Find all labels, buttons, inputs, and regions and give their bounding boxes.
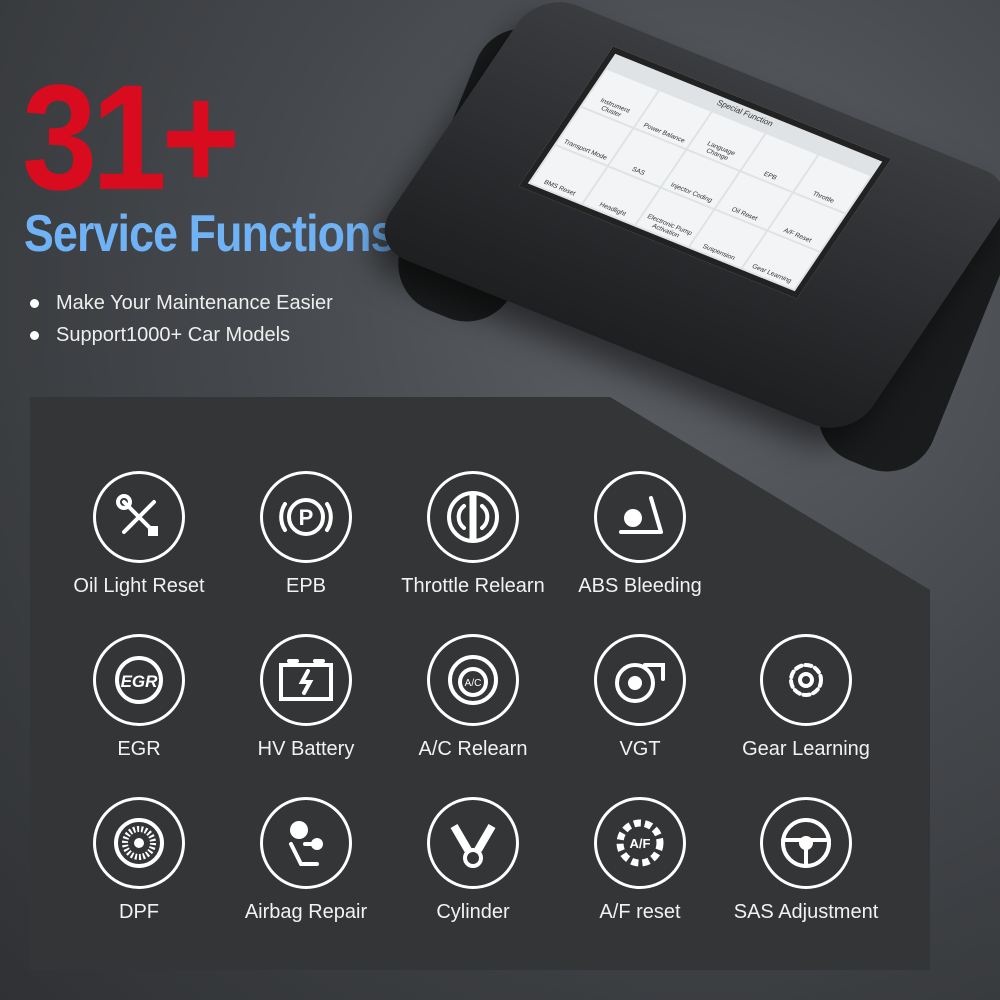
- function-item: Cylinder: [383, 797, 563, 924]
- function-label: A/F reset: [599, 901, 681, 923]
- function-label: Oil Light Reset: [73, 575, 205, 597]
- function-label: HV Battery: [257, 738, 355, 760]
- function-label: VGT: [619, 738, 661, 760]
- function-label: Throttle Relearn: [401, 575, 545, 597]
- function-item: Airbag Repair: [216, 797, 396, 924]
- function-item: EGR EGR: [49, 634, 229, 761]
- bullet-1: Make Your Maintenance Easier: [30, 292, 333, 315]
- title-headline: Service Functions: [24, 205, 395, 263]
- function-item: A/F A/F reset: [550, 797, 730, 924]
- function-label: SAS Adjustment: [733, 901, 879, 923]
- diagnostic-tablet: Special Function Instrument Cluster Power…: [368, 0, 1000, 487]
- svg-text:P: P: [299, 505, 314, 530]
- parking-brake-icon: P: [260, 471, 352, 563]
- function-item: ABS Bleeding: [550, 471, 730, 598]
- function-item: Throttle Relearn: [383, 471, 563, 598]
- bullet-2: Support1000+ Car Models: [30, 324, 290, 347]
- function-label: ABS Bleeding: [578, 575, 702, 597]
- function-item: Gear Learning: [716, 634, 896, 761]
- af-gear-icon: A/F: [594, 797, 686, 889]
- battery-icon: [260, 634, 352, 726]
- dpf-filter-icon: [93, 797, 185, 889]
- function-label: EGR: [117, 738, 161, 760]
- turbo-icon: [594, 634, 686, 726]
- function-label: Cylinder: [436, 901, 510, 923]
- function-item: DPF: [49, 797, 229, 924]
- function-label: Gear Learning: [742, 738, 870, 760]
- gear-icon: [760, 634, 852, 726]
- throttle-icon: [427, 471, 519, 563]
- function-item: VGT: [550, 634, 730, 761]
- cylinder-piston-icon: [427, 797, 519, 889]
- function-item: Oil Light Reset: [49, 471, 229, 598]
- count-headline: 31+: [22, 53, 240, 221]
- function-label: DPF: [119, 901, 159, 923]
- function-item: P EPB: [216, 471, 396, 598]
- svg-text:A/C: A/C: [465, 678, 482, 689]
- wrench-screwdriver-icon: [93, 471, 185, 563]
- ac-icon: A/C: [427, 634, 519, 726]
- abs-bleeding-icon: [594, 471, 686, 563]
- svg-text:A/F: A/F: [630, 836, 651, 851]
- function-item: A/C A/C Relearn: [383, 634, 563, 761]
- function-label: A/C Relearn: [418, 738, 528, 760]
- function-item: SAS Adjustment: [716, 797, 896, 924]
- svg-text:EGR: EGR: [121, 672, 159, 691]
- airbag-icon: [260, 797, 352, 889]
- egr-icon: EGR: [93, 634, 185, 726]
- function-label: EPB: [285, 575, 327, 597]
- function-item: HV Battery: [216, 634, 396, 761]
- steering-wheel-icon: [760, 797, 852, 889]
- function-label: Airbag Repair: [244, 901, 368, 923]
